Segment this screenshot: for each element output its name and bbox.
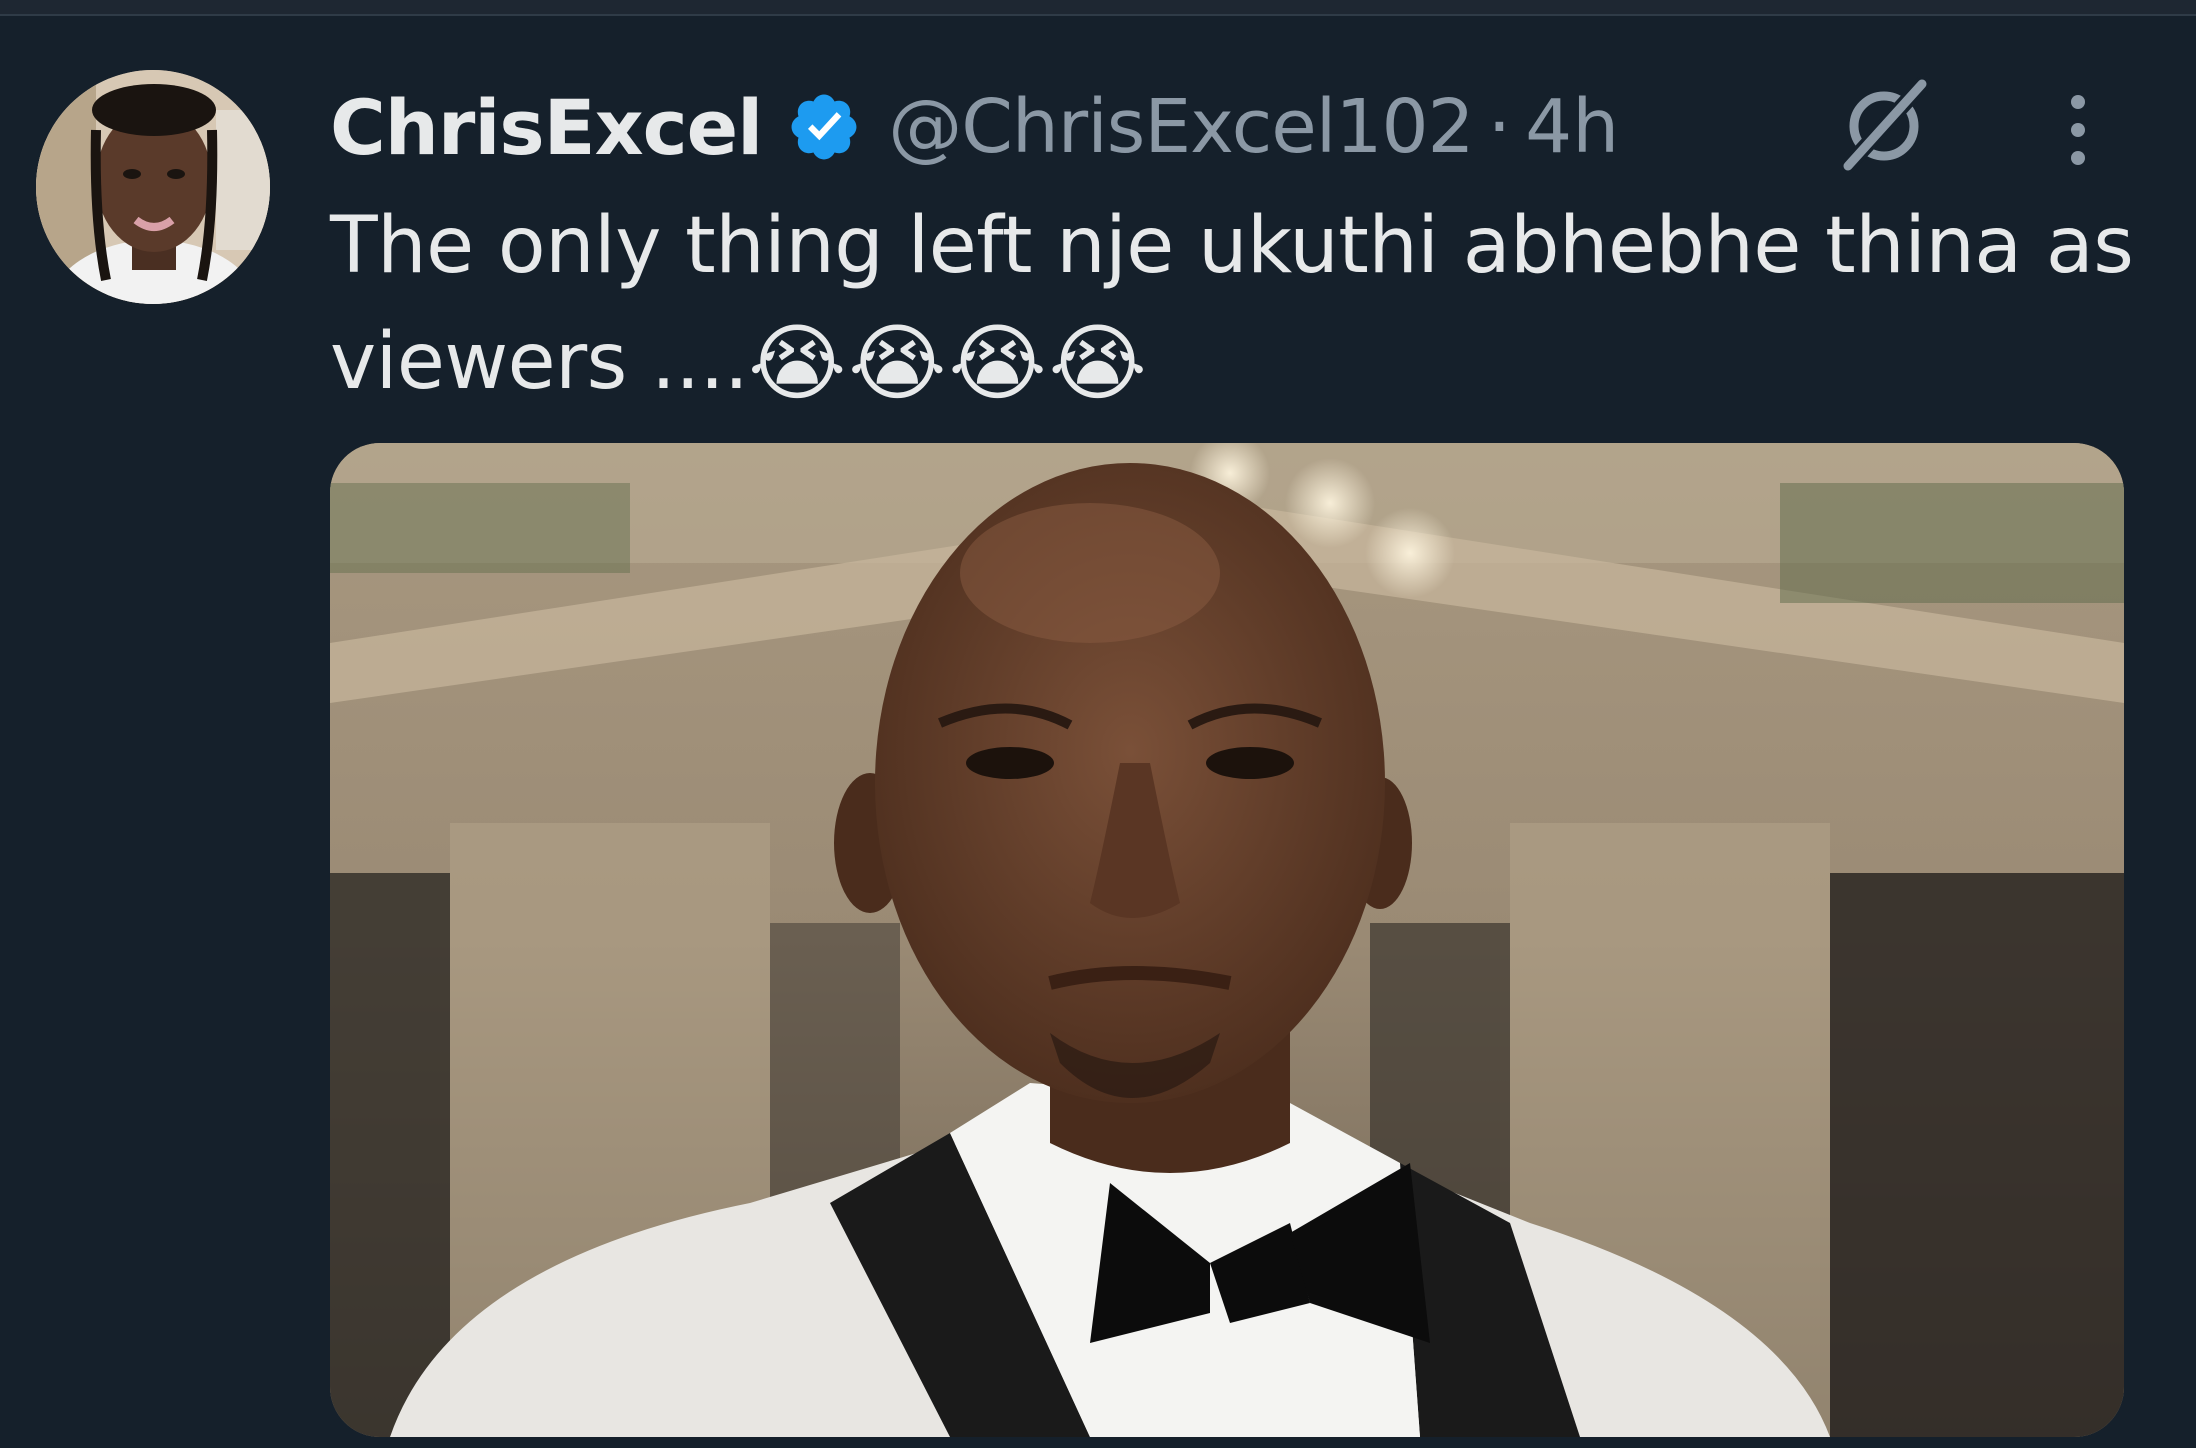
- tweet-media-image[interactable]: [330, 443, 2124, 1437]
- grok-icon[interactable]: [1832, 72, 1936, 176]
- avatar[interactable]: [36, 70, 270, 304]
- tweet-body: The only thing left nje ukuthi abhebhe t…: [330, 201, 2134, 407]
- tweet-header: ChrisExcel @ChrisExcel102 · 4h: [330, 72, 1619, 182]
- separator: ·: [1487, 84, 1512, 170]
- top-divider: [0, 0, 2196, 16]
- timestamp[interactable]: 4h: [1525, 84, 1619, 170]
- display-name[interactable]: ChrisExcel: [330, 83, 763, 172]
- verified-badge-icon[interactable]: [786, 89, 862, 165]
- handle[interactable]: @ChrisExcel102: [888, 84, 1474, 170]
- tweet-text: The only thing left nje ukuthi abhebhe t…: [330, 188, 2150, 421]
- more-options-icon[interactable]: [2048, 86, 2108, 176]
- crying-emojis: 😭😭😭😭: [748, 314, 1149, 412]
- tweet[interactable]: ChrisExcel @ChrisExcel102 · 4h The only …: [0, 16, 2196, 1448]
